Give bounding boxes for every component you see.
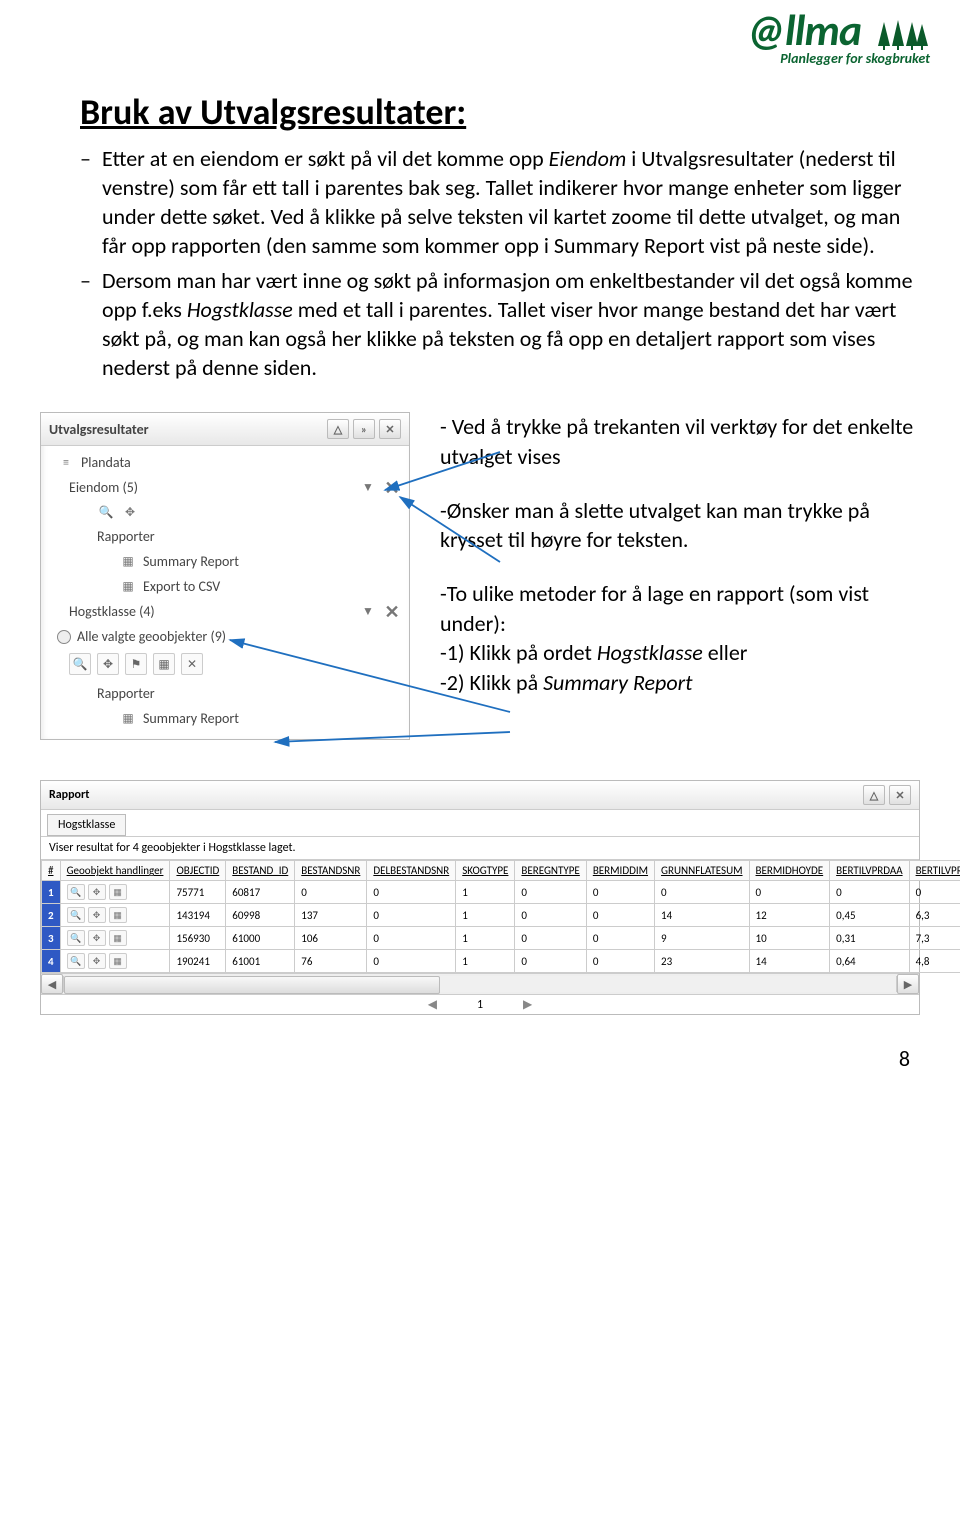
row-report-icon[interactable]: ▦ bbox=[109, 953, 127, 969]
eiendom-tools: 🔍 ✥ bbox=[89, 500, 409, 524]
paragraph-2: Dersom man har vært inne og søkt på info… bbox=[80, 266, 920, 382]
rapport-title: Rapport bbox=[49, 788, 89, 802]
rapport-subtitle: Viser resultat for 4 geoobjekter i Hogst… bbox=[41, 836, 919, 860]
rapport-panel: Rapport △ ✕ Hogstklasse Viser resultat f… bbox=[40, 780, 920, 1015]
rapport-collapse-button[interactable]: △ bbox=[863, 785, 885, 805]
scroll-left-icon[interactable]: ◀ bbox=[41, 974, 63, 994]
export-csv[interactable]: ▦ Export to CSV bbox=[111, 574, 409, 599]
remove-eiendom-icon[interactable]: ✕ bbox=[383, 480, 401, 496]
col-bestandsnr[interactable]: BESTANDSNR bbox=[295, 861, 367, 881]
col-skogtype[interactable]: SKOGTYPE bbox=[456, 861, 515, 881]
report-icon: ▦ bbox=[119, 554, 137, 570]
paragraph-1: Etter at en eiendom er søkt på vil det k… bbox=[80, 144, 920, 260]
row-actions: 🔍✥▦ bbox=[60, 950, 170, 973]
scroll-right-icon[interactable]: ▶ bbox=[897, 974, 919, 994]
row-report-icon[interactable]: ▦ bbox=[109, 930, 127, 946]
col-bertilvpros[interactable]: BERTILVPROS bbox=[909, 861, 960, 881]
export-icon: ▦ bbox=[119, 579, 137, 595]
expand-button[interactable]: » bbox=[353, 419, 375, 439]
row-actions: 🔍✥▦ bbox=[60, 927, 170, 950]
row-pan-icon[interactable]: ✥ bbox=[88, 930, 106, 946]
horizontal-scrollbar[interactable]: ◀ ▶ bbox=[41, 973, 919, 994]
summary-report-2[interactable]: ▦ Summary Report bbox=[111, 706, 409, 731]
rapporter-label-2: Rapporter bbox=[89, 681, 409, 706]
table-row[interactable]: 4🔍✥▦1902416100176010023140,644,8 bbox=[42, 950, 960, 973]
row-zoom-icon[interactable]: 🔍 bbox=[67, 907, 85, 923]
trees-icon bbox=[870, 16, 930, 52]
tool-grid-icon[interactable]: ▦ bbox=[153, 653, 175, 675]
report-icon-2: ▦ bbox=[119, 711, 137, 727]
col-bestandid[interactable]: BESTAND_ID bbox=[226, 861, 295, 881]
row-index: 4 bbox=[42, 950, 61, 973]
summary-report-1[interactable]: ▦ Summary Report bbox=[111, 549, 409, 574]
row-zoom-icon[interactable]: 🔍 bbox=[67, 884, 85, 900]
radio-icon bbox=[57, 630, 71, 644]
rapport-close-button[interactable]: ✕ bbox=[889, 785, 911, 805]
pager: ◀ 1 ▶ bbox=[41, 994, 919, 1014]
rapporter-label-1: Rapporter bbox=[89, 524, 409, 549]
row-actions: 🔍✥▦ bbox=[60, 904, 170, 927]
eiendom-node[interactable]: Eiendom (5) ▼ ✕ bbox=[61, 475, 409, 500]
plandata-node[interactable]: ≡ Plandata bbox=[49, 450, 409, 475]
row-index: 2 bbox=[42, 904, 61, 927]
row-zoom-icon[interactable]: 🔍 bbox=[67, 930, 85, 946]
logo-at-icon: @ bbox=[746, 3, 785, 57]
col-bermiddim[interactable]: BERMIDDIM bbox=[586, 861, 654, 881]
row-report-icon[interactable]: ▦ bbox=[109, 884, 127, 900]
dropdown-icon-2[interactable]: ▼ bbox=[359, 604, 377, 620]
pager-prev-icon[interactable]: ◀ bbox=[428, 997, 437, 1012]
logo: @llma Planlegger for skogbruket bbox=[746, 8, 930, 66]
pager-next-icon[interactable]: ▶ bbox=[523, 997, 532, 1012]
col-grunnflatesum[interactable]: GRUNNFLATESUM bbox=[655, 861, 750, 881]
col-actions[interactable]: Geoobjekt handlinger bbox=[60, 861, 170, 881]
utvalgsresultater-panel: Utvalgsresultater △ » ✕ ≡ Plandata Eiend… bbox=[40, 412, 410, 740]
note-slette: -Ønsker man å slette utvalget kan man tr… bbox=[440, 496, 920, 555]
panel-title: Utvalgsresultater bbox=[49, 421, 149, 438]
tool-pan-icon[interactable]: ✥ bbox=[97, 653, 119, 675]
row-pan-icon[interactable]: ✥ bbox=[88, 953, 106, 969]
tool-flag-icon[interactable]: ⚑ bbox=[125, 653, 147, 675]
row-index: 1 bbox=[42, 881, 61, 904]
col-bertilvprdaa[interactable]: BERTILVPRDAA bbox=[830, 861, 909, 881]
note-rapport: -To ulike metoder for å lage en rapport … bbox=[440, 579, 920, 698]
rapport-table: # Geoobjekt handlinger OBJECTID BESTAND_… bbox=[41, 860, 960, 973]
table-row[interactable]: 3🔍✥▦1569306100010601009100,317,3 bbox=[42, 927, 960, 950]
alle-valgte-node[interactable]: Alle valgte geoobjekter (9) bbox=[49, 624, 409, 649]
col-bermidhoyde[interactable]: BERMIDHOYDE bbox=[749, 861, 830, 881]
layers-icon: ≡ bbox=[57, 455, 75, 471]
row-report-icon[interactable]: ▦ bbox=[109, 907, 127, 923]
col-num[interactable]: # bbox=[42, 861, 61, 881]
row-actions: 🔍✥▦ bbox=[60, 881, 170, 904]
pan-icon[interactable]: ✥ bbox=[121, 504, 139, 520]
col-objectid[interactable]: OBJECTID bbox=[170, 861, 226, 881]
collapse-button[interactable]: △ bbox=[327, 419, 349, 439]
tool-close-icon[interactable]: ✕ bbox=[181, 653, 203, 675]
remove-hogst-icon[interactable]: ✕ bbox=[383, 604, 401, 620]
col-delbestandsnr[interactable]: DELBESTANDSNR bbox=[367, 861, 456, 881]
close-panel-button[interactable]: ✕ bbox=[379, 419, 401, 439]
pager-current: 1 bbox=[477, 998, 483, 1012]
page-title: Bruk av Utvalgsresultater: bbox=[80, 90, 920, 134]
dropdown-icon[interactable]: ▼ bbox=[359, 480, 377, 496]
table-row[interactable]: 2🔍✥▦14319460998137010014120,456,3 bbox=[42, 904, 960, 927]
geo-toolbar: 🔍 ✥ ⚑ ▦ ✕ bbox=[69, 649, 409, 681]
page-number: 8 bbox=[40, 1045, 920, 1072]
hogstklasse-node[interactable]: Hogstklasse (4) ▼ ✕ bbox=[61, 599, 409, 624]
row-index: 3 bbox=[42, 927, 61, 950]
rapport-tab[interactable]: Hogstklasse bbox=[47, 814, 126, 836]
note-trekant: - Ved å trykke på trekanten vil verktøy … bbox=[440, 412, 920, 471]
row-pan-icon[interactable]: ✥ bbox=[88, 884, 106, 900]
col-beregntype[interactable]: BEREGNTYPE bbox=[515, 861, 586, 881]
row-pan-icon[interactable]: ✥ bbox=[88, 907, 106, 923]
logo-text: llma bbox=[785, 3, 861, 57]
row-zoom-icon[interactable]: 🔍 bbox=[67, 953, 85, 969]
zoom-icon[interactable]: 🔍 bbox=[97, 504, 115, 520]
panel-header: Utvalgsresultater △ » ✕ bbox=[41, 413, 409, 446]
tool-zoom-icon[interactable]: 🔍 bbox=[69, 653, 91, 675]
table-row[interactable]: 1🔍✥▦7577160817001000000 bbox=[42, 881, 960, 904]
